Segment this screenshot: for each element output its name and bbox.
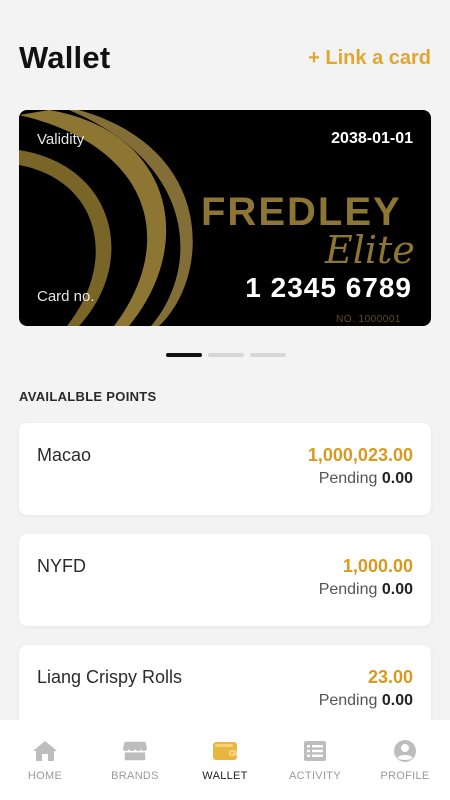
points-brand-name: Macao: [37, 445, 92, 465]
pending-value: 0.00: [381, 692, 413, 709]
card-validity-label: Validity: [37, 131, 85, 148]
card-serial: NO. 1000001: [336, 314, 401, 325]
nav-label: HOME: [27, 770, 63, 782]
card-tier-logo: Elite: [325, 228, 415, 272]
carousel-dot[interactable]: [208, 353, 244, 357]
profile-icon: [392, 738, 418, 764]
points-card[interactable]: Macao 1,000,023.00 Pending 0.00: [19, 423, 431, 515]
nav-label: PROFILE: [380, 770, 430, 782]
bottom-nav: HOME BRANDS WALLET ACTIVITY PROFILE: [0, 720, 450, 800]
carousel-indicator: [166, 353, 286, 357]
header: Wallet + Link a card: [0, 0, 450, 100]
nav-item-brands[interactable]: BRANDS: [90, 720, 180, 800]
pending-value: 0.00: [381, 581, 413, 598]
points-value: 1,000.00: [342, 556, 413, 576]
nav-label: BRANDS: [111, 770, 159, 782]
pending-label: Pending: [318, 581, 378, 598]
points-value: 1,000,023.00: [307, 445, 413, 465]
store-icon: [122, 738, 148, 764]
nav-item-home[interactable]: HOME: [0, 720, 90, 800]
nav-label: WALLET: [202, 770, 248, 782]
carousel-dot[interactable]: [166, 353, 202, 357]
points-card[interactable]: NYFD 1,000.00 Pending 0.00: [19, 534, 431, 626]
carousel-dot[interactable]: [250, 353, 286, 357]
points-section-label: AVAILALBLE POINTS: [19, 389, 157, 404]
card-validity-value: 2038-01-01: [331, 130, 413, 147]
pending-label: Pending: [318, 470, 378, 487]
nav-item-profile[interactable]: PROFILE: [360, 720, 450, 800]
points-pending: Pending 0.00: [319, 581, 413, 599]
points-brand-name: Liang Crispy Rolls: [37, 667, 183, 687]
membership-card[interactable]: Validity 2038-01-01 FREDLEY Elite Card n…: [19, 110, 431, 326]
nav-item-activity[interactable]: ACTIVITY: [270, 720, 360, 800]
pending-value: 0.00: [381, 470, 413, 487]
points-value: 23.00: [367, 667, 413, 687]
list-icon: [302, 738, 328, 764]
wallet-icon: [212, 738, 238, 764]
points-pending: Pending 0.00: [319, 470, 413, 488]
nav-label: ACTIVITY: [289, 770, 341, 782]
card-number-value: 1 2345 6789: [245, 272, 412, 303]
home-icon: [32, 738, 58, 764]
link-card-button[interactable]: + Link a card: [308, 47, 431, 70]
card-number-label: Card no.: [37, 288, 95, 305]
pending-label: Pending: [318, 692, 378, 709]
page-title: Wallet: [19, 40, 111, 75]
points-pending: Pending 0.00: [319, 692, 413, 710]
points-brand-name: NYFD: [37, 556, 86, 576]
nav-item-wallet[interactable]: WALLET: [180, 720, 270, 800]
